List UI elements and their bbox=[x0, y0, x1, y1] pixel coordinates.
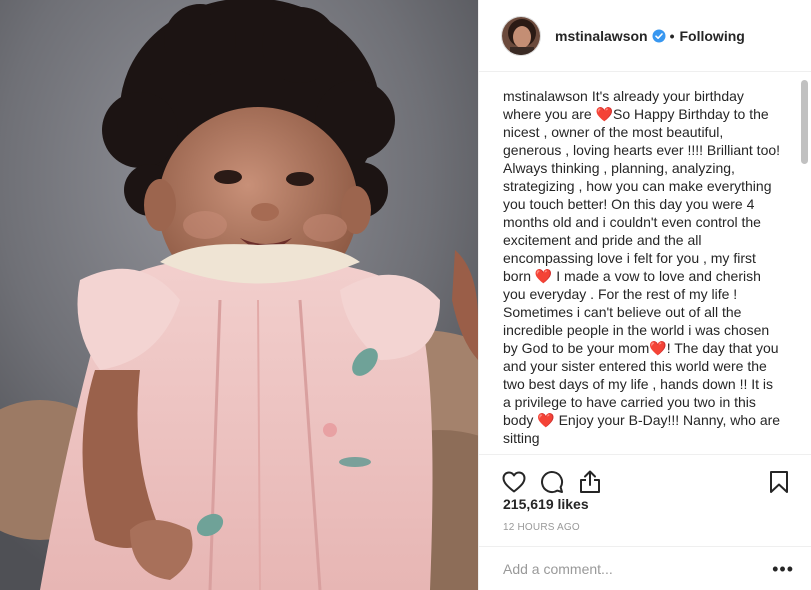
scrollbar-thumb[interactable] bbox=[801, 80, 808, 164]
heart-outline-icon bbox=[502, 471, 526, 492]
baby-photo-illustration bbox=[0, 0, 478, 590]
caption-text: It's already your birthday where you are… bbox=[503, 88, 781, 446]
comment-bar: ••• bbox=[479, 546, 811, 590]
save-button[interactable] bbox=[766, 469, 792, 495]
more-options-icon[interactable]: ••• bbox=[772, 560, 794, 578]
share-button[interactable] bbox=[577, 469, 603, 495]
comment-bubble-icon bbox=[541, 470, 564, 493]
header-separator: • bbox=[669, 27, 675, 44]
verified-badge-icon bbox=[652, 29, 666, 43]
bookmark-icon bbox=[770, 470, 788, 493]
share-upload-icon bbox=[580, 470, 600, 493]
likes-count[interactable]: 215,619 likes bbox=[503, 496, 589, 512]
caption-scrollbar[interactable] bbox=[801, 78, 809, 452]
post-caption: mstinalawson It's already your birthday w… bbox=[503, 87, 783, 447]
comment-button[interactable] bbox=[539, 469, 565, 495]
post-actions bbox=[479, 454, 811, 500]
caption-scroll-area[interactable]: mstinalawson It's already your birthday w… bbox=[479, 73, 811, 454]
post-timestamp[interactable]: 12 HOURS AGO bbox=[503, 522, 580, 533]
header-username-link[interactable]: mstinalawson bbox=[555, 28, 648, 44]
avatar[interactable] bbox=[501, 15, 541, 56]
avatar-photo-icon bbox=[502, 16, 540, 55]
post-header: mstinalawson • Following bbox=[479, 0, 811, 72]
post-photo[interactable] bbox=[0, 0, 478, 590]
comment-input[interactable] bbox=[503, 560, 773, 577]
post-side-panel: mstinalawson • Following mstinalawson It'… bbox=[478, 0, 811, 590]
like-button[interactable] bbox=[501, 469, 527, 495]
following-button[interactable]: Following bbox=[680, 28, 745, 44]
caption-username-link[interactable]: mstinalawson bbox=[503, 88, 588, 104]
